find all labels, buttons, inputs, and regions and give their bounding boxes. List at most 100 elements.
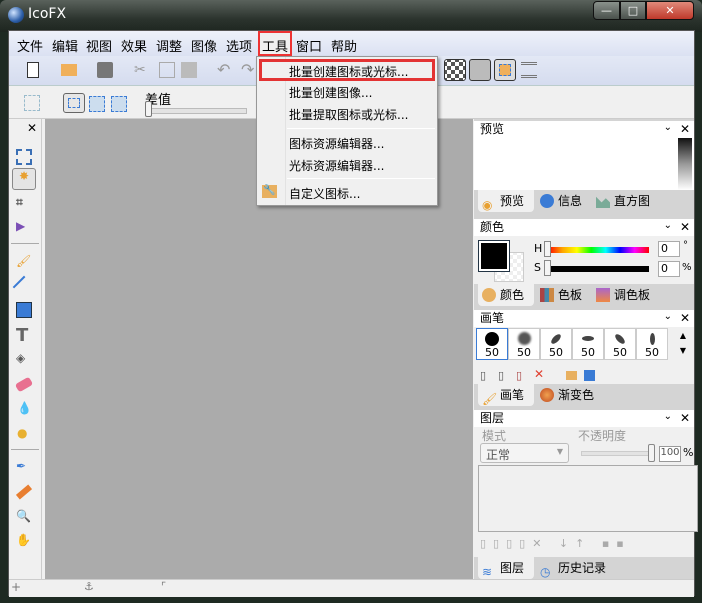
close-panel-icon[interactable]: ✕ bbox=[680, 410, 690, 427]
hue-slider[interactable] bbox=[548, 247, 649, 253]
saturation-slider-handle[interactable] bbox=[544, 260, 551, 276]
magic-wand-tool-icon[interactable]: ✸ bbox=[12, 168, 36, 190]
tolerance-slider[interactable] bbox=[145, 108, 247, 114]
menu-item-cursor-resource-editor[interactable]: 光标资源编辑器... bbox=[289, 157, 384, 174]
open-folder-icon[interactable] bbox=[61, 64, 77, 76]
duplicate-brush-icon[interactable]: ▯ bbox=[498, 369, 504, 382]
save-brush-icon[interactable] bbox=[584, 370, 595, 381]
menu-item-icon-resource-editor[interactable]: 图标资源编辑器... bbox=[289, 135, 384, 152]
paste-icon[interactable] bbox=[181, 62, 197, 78]
layers-icon[interactable] bbox=[521, 62, 537, 78]
checkerboard-toggle-icon[interactable] bbox=[444, 59, 466, 81]
opacity-slider-handle[interactable] bbox=[648, 444, 655, 462]
fill-tool-icon[interactable]: ◈ bbox=[16, 351, 32, 367]
menu-file[interactable]: 文件 bbox=[17, 36, 43, 55]
menu-adjust[interactable]: 调整 bbox=[156, 36, 182, 55]
menu-effects[interactable]: 效果 bbox=[121, 36, 147, 55]
saturation-input[interactable]: 0 bbox=[658, 261, 680, 277]
deselect-icon[interactable] bbox=[24, 95, 40, 111]
primary-color-swatch[interactable] bbox=[478, 240, 510, 272]
cut-icon[interactable]: ✂ bbox=[134, 62, 150, 78]
saturation-slider[interactable] bbox=[548, 266, 649, 272]
menu-item-batch-create-images[interactable]: 批量创建图像... bbox=[289, 84, 372, 101]
rect-select-tool-icon[interactable] bbox=[16, 149, 32, 165]
tab-color-mixer[interactable]: 调色板 bbox=[592, 284, 662, 306]
menu-window[interactable]: 窗口 bbox=[296, 36, 322, 55]
close-panel-icon[interactable]: ✕ bbox=[680, 219, 690, 236]
menu-help[interactable]: 帮助 bbox=[331, 36, 357, 55]
tab-layers[interactable]: ≋ 图层 bbox=[478, 557, 534, 579]
menu-item-batch-extract-icons[interactable]: 批量提取图标或光标... bbox=[289, 106, 408, 123]
layers-list[interactable] bbox=[478, 465, 698, 532]
delete-brush-icon[interactable]: ✕ bbox=[534, 367, 544, 381]
menu-view[interactable]: 视图 bbox=[86, 36, 112, 55]
tab-history[interactable]: ◷ 历史记录 bbox=[536, 557, 616, 579]
close-panel-icon[interactable]: ✕ bbox=[680, 310, 690, 327]
menu-tools[interactable]: 工具 bbox=[258, 31, 293, 56]
tab-brush[interactable]: 🖌 画笔 bbox=[478, 384, 534, 406]
open-brush-icon[interactable] bbox=[566, 371, 577, 380]
menu-edit[interactable]: 编辑 bbox=[52, 36, 78, 55]
new-selection-icon[interactable] bbox=[63, 93, 85, 113]
line-tool-icon[interactable] bbox=[12, 275, 36, 299]
tab-gradient[interactable]: 渐变色 bbox=[536, 384, 606, 406]
blend-mode-select[interactable]: 正常 ▼ bbox=[480, 443, 569, 463]
collapse-icon[interactable]: ⌄ bbox=[664, 308, 672, 325]
brush-item[interactable]: 50 bbox=[540, 328, 572, 360]
menu-image[interactable]: 图像 bbox=[191, 36, 217, 55]
add-selection-icon[interactable] bbox=[89, 96, 105, 112]
tab-label: 渐变色 bbox=[558, 388, 595, 402]
maximize-button[interactable]: □ bbox=[620, 1, 646, 20]
rectangle-tool-icon[interactable] bbox=[16, 302, 32, 318]
new-brush-icon[interactable]: ▯ bbox=[480, 369, 486, 382]
tab-preview[interactable]: ◉ 预览 bbox=[478, 190, 534, 212]
brush-item[interactable]: 50 bbox=[476, 328, 508, 360]
eraser-tool-icon[interactable] bbox=[14, 376, 34, 393]
minimize-button[interactable]: — bbox=[593, 1, 620, 20]
brush-item[interactable]: 50 bbox=[604, 328, 636, 360]
hand-tool-icon[interactable]: ✋ bbox=[16, 533, 32, 549]
collapse-icon[interactable]: ⌄ bbox=[664, 217, 672, 234]
hue-input[interactable]: 0 bbox=[658, 241, 680, 257]
opacity-slider[interactable] bbox=[581, 451, 651, 456]
selection-toggle-icon[interactable] bbox=[494, 59, 516, 81]
brush-item[interactable]: 50 bbox=[636, 328, 668, 360]
collapse-icon[interactable]: ⌄ bbox=[664, 408, 672, 425]
tab-info[interactable]: 信息 bbox=[536, 190, 588, 212]
blur-tool-icon[interactable]: 💧 bbox=[17, 401, 33, 417]
hue-slider-handle[interactable] bbox=[544, 241, 551, 257]
new-file-icon[interactable] bbox=[27, 62, 39, 78]
toolbox-close-icon[interactable]: ✕ bbox=[27, 121, 37, 135]
ruler-tool-icon[interactable] bbox=[15, 484, 33, 500]
move-tool-icon[interactable]: ▶ bbox=[16, 219, 32, 235]
opacity-input[interactable]: 100 bbox=[659, 446, 681, 462]
tolerance-slider-handle[interactable] bbox=[145, 101, 152, 117]
grid-toggle-icon[interactable] bbox=[469, 59, 491, 81]
color-picker-tool-icon[interactable]: ✒ bbox=[16, 459, 32, 475]
layer-action-icons[interactable]: ▯▯▯▯✕ ↓↑ ▪▪ bbox=[480, 537, 631, 550]
zoom-tool-icon[interactable]: 🔍 bbox=[16, 509, 32, 525]
tab-color[interactable]: 颜色 bbox=[478, 284, 534, 306]
undo-icon[interactable]: ↶ bbox=[217, 60, 233, 79]
text-tool-icon[interactable]: T bbox=[16, 325, 32, 346]
dodge-tool-icon[interactable]: ● bbox=[17, 426, 33, 442]
collapse-icon[interactable]: ⌄ bbox=[664, 119, 672, 136]
tab-histogram[interactable]: 直方图 bbox=[592, 190, 662, 212]
close-panel-icon[interactable]: ✕ bbox=[680, 121, 690, 138]
tab-swatches[interactable]: 色板 bbox=[536, 284, 588, 306]
tab-label: 图层 bbox=[500, 561, 525, 575]
subtract-selection-icon[interactable] bbox=[111, 96, 127, 112]
menu-item-batch-create-icons[interactable]: 批量创建图标或光标... bbox=[289, 63, 408, 80]
crop-tool-icon[interactable]: ⌗ bbox=[16, 195, 32, 211]
brush-tool-icon[interactable]: 🖌 bbox=[16, 254, 32, 270]
brush-item[interactable]: 50 bbox=[508, 328, 540, 360]
menu-options[interactable]: 选项 bbox=[226, 36, 252, 55]
brush-list-scroll[interactable]: ▲ ▼ bbox=[676, 328, 690, 360]
save-icon[interactable] bbox=[97, 62, 113, 78]
menu-item-custom-icons[interactable]: 自定义图标... bbox=[289, 185, 360, 202]
redo-icon[interactable]: ↷ bbox=[241, 60, 257, 79]
copy-icon[interactable] bbox=[159, 62, 175, 78]
edit-brush-icon[interactable]: ▯ bbox=[516, 369, 522, 382]
brush-item[interactable]: 50 bbox=[572, 328, 604, 360]
close-button[interactable]: ✕ bbox=[646, 1, 694, 20]
